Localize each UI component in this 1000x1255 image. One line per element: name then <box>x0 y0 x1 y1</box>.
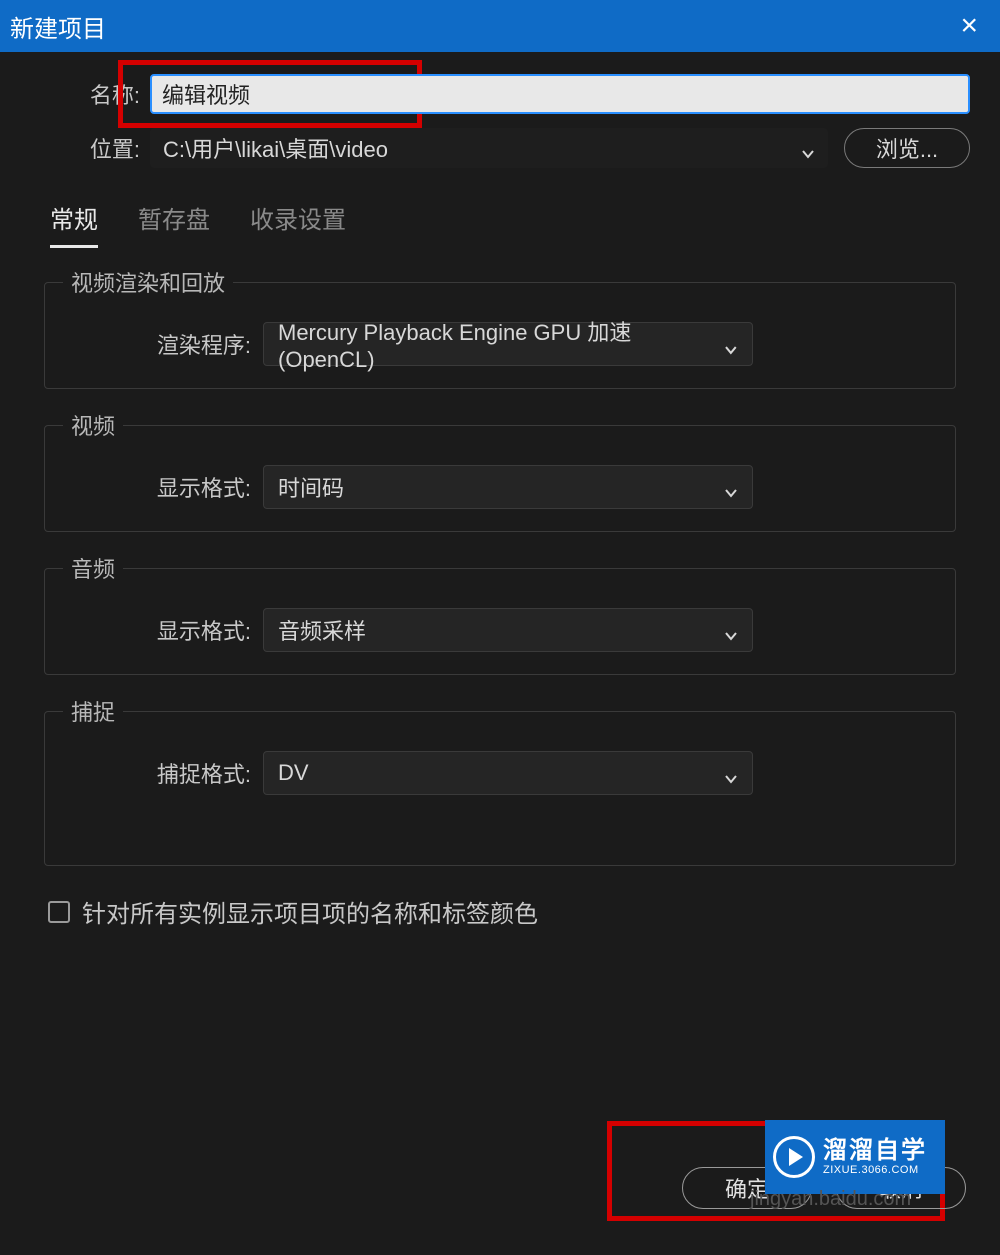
audio-format-label: 显示格式: <box>63 614 263 646</box>
tabs: 常规 暂存盘 收录设置 <box>30 182 970 248</box>
group-audio: 音频 显示格式: 音频采样 <box>44 552 956 675</box>
tab-general[interactable]: 常规 <box>50 200 98 248</box>
renderer-dropdown[interactable]: Mercury Playback Engine GPU 加速 (OpenCL) <box>263 322 753 366</box>
chevron-down-icon <box>724 766 738 780</box>
display-name-color-checkbox[interactable] <box>48 901 70 923</box>
close-icon[interactable]: × <box>948 11 990 41</box>
name-row: 名称: <box>30 74 970 114</box>
capture-format-dropdown[interactable]: DV <box>263 751 753 795</box>
name-input[interactable] <box>150 74 970 114</box>
chevron-down-icon <box>724 480 738 494</box>
video-format-value: 时间码 <box>278 471 344 503</box>
tab-content: 视频渲染和回放 渲染程序: Mercury Playback Engine GP… <box>30 248 970 937</box>
watermark-url: ZIXUE.3066.COM <box>823 1164 927 1176</box>
video-format-label: 显示格式: <box>63 471 263 503</box>
dialog-title: 新建项目 <box>10 9 106 44</box>
browse-button[interactable]: 浏览... <box>844 128 970 168</box>
renderer-label: 渲染程序: <box>63 328 263 360</box>
tab-scratch-disks[interactable]: 暂存盘 <box>138 200 210 248</box>
chevron-down-icon <box>724 623 738 637</box>
capture-format-label: 捕捉格式: <box>63 757 263 789</box>
audio-format-value: 音频采样 <box>278 614 366 646</box>
chevron-down-icon <box>724 337 738 351</box>
location-dropdown[interactable]: C:\用户\likai\桌面\video <box>150 128 828 168</box>
capture-format-value: DV <box>278 760 309 786</box>
form-area: 名称: 位置: C:\用户\likai\桌面\video 浏览... 常规 暂存… <box>0 52 1000 937</box>
group-video-legend: 视频 <box>63 409 123 441</box>
renderer-value: Mercury Playback Engine GPU 加速 (OpenCL) <box>278 315 724 373</box>
titlebar: 新建项目 × <box>0 0 1000 52</box>
watermark-brand: 溜溜自学 <box>823 1138 927 1164</box>
group-capture-legend: 捕捉 <box>63 695 123 727</box>
group-capture: 捕捉 捕捉格式: DV <box>44 695 956 866</box>
video-format-dropdown[interactable]: 时间码 <box>263 465 753 509</box>
group-audio-legend: 音频 <box>63 552 123 584</box>
watermark-logo: 溜溜自学 ZIXUE.3066.COM <box>765 1120 945 1194</box>
group-render-playback: 视频渲染和回放 渲染程序: Mercury Playback Engine GP… <box>44 266 956 389</box>
display-name-color-label: 针对所有实例显示项目项的名称和标签颜色 <box>82 894 538 929</box>
audio-format-dropdown[interactable]: 音频采样 <box>263 608 753 652</box>
chevron-down-icon <box>801 141 815 155</box>
tab-ingest-settings[interactable]: 收录设置 <box>250 200 346 248</box>
name-label: 名称: <box>30 78 150 110</box>
display-name-color-row: 针对所有实例显示项目项的名称和标签颜色 <box>44 886 956 937</box>
location-row: 位置: C:\用户\likai\桌面\video 浏览... <box>30 128 970 168</box>
watermark-faint-text: jingyan.baidu.com <box>750 1188 911 1211</box>
location-value: C:\用户\likai\桌面\video <box>163 132 388 164</box>
play-icon <box>773 1136 815 1178</box>
location-label: 位置: <box>30 132 150 164</box>
group-video: 视频 显示格式: 时间码 <box>44 409 956 532</box>
group-render-legend: 视频渲染和回放 <box>63 266 233 298</box>
